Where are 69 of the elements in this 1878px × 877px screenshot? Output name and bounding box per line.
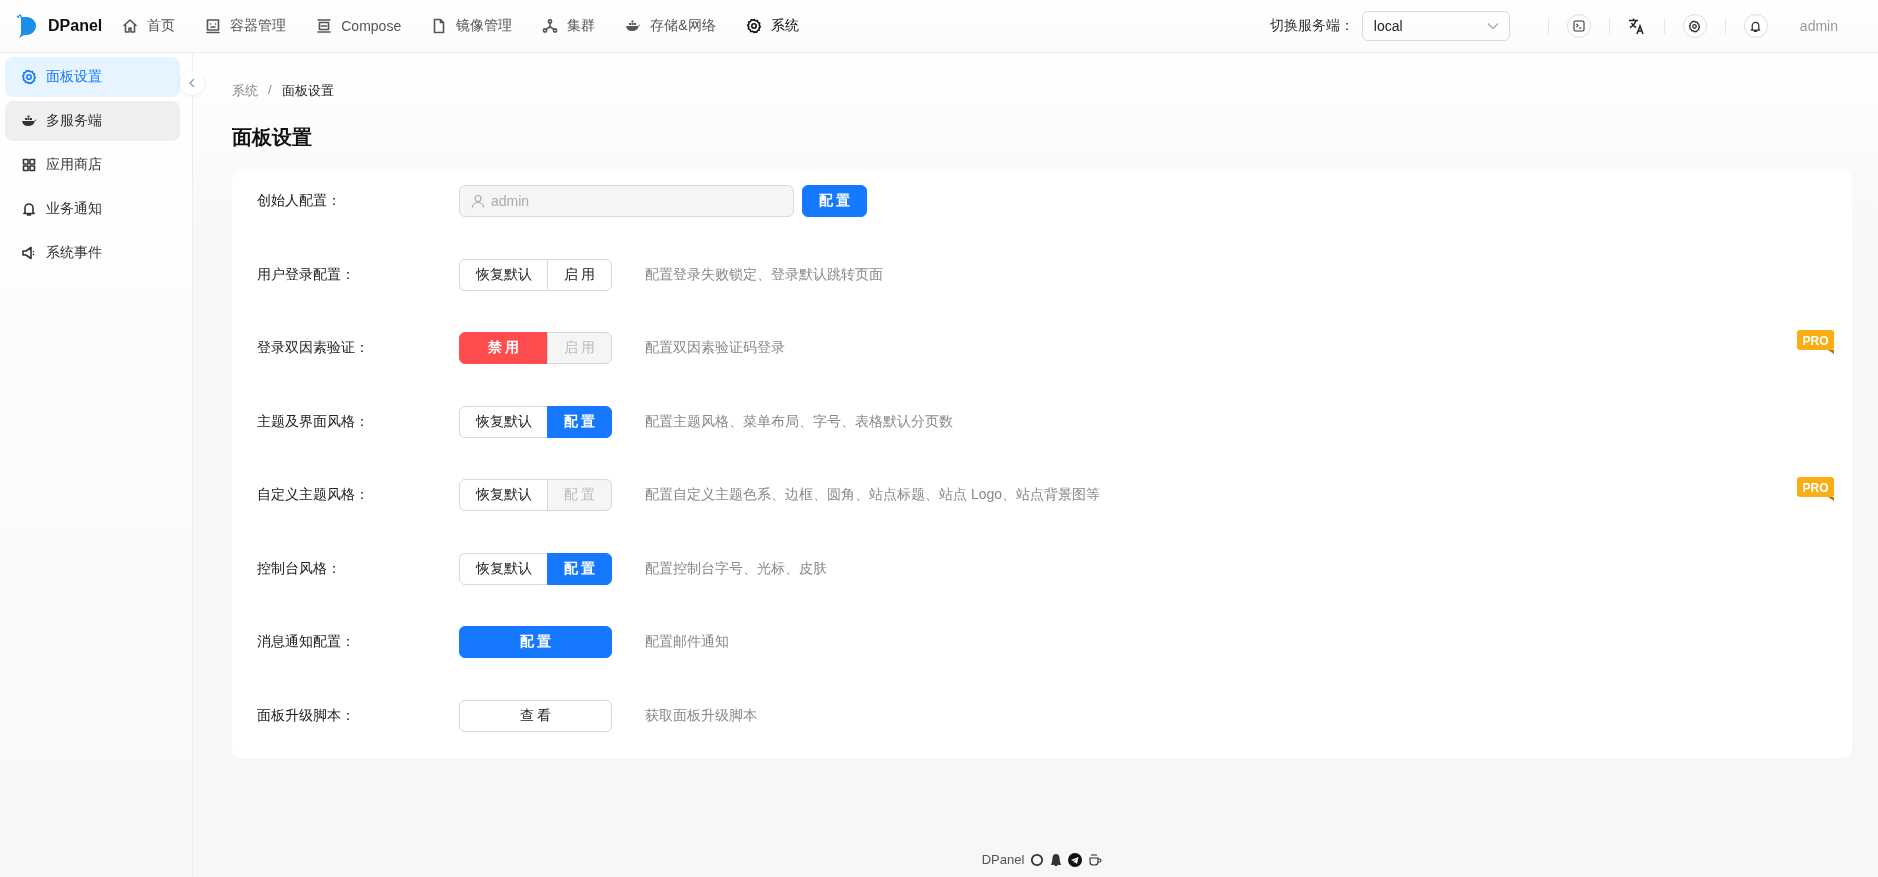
translate-icon[interactable] — [1627, 17, 1646, 35]
nav-link[interactable]: 容器管理 — [205, 17, 287, 35]
cup-icon[interactable] — [1088, 852, 1103, 867]
action-button[interactable]: 查 看 — [459, 699, 612, 732]
settings-icon — [745, 18, 762, 34]
sidebar-item[interactable]: 系统事件 — [5, 233, 180, 273]
setting-label: 主题及界面风格： — [257, 412, 370, 431]
server-select[interactable]: local — [1361, 11, 1510, 41]
grid-icon — [21, 157, 37, 173]
nav-link[interactable]: 存储&网络 — [625, 17, 716, 35]
setting-label: 消息通知配置： — [257, 633, 356, 651]
setting-label: 面板升级脚本： — [257, 706, 356, 725]
action-button[interactable]: 配 置 — [547, 552, 612, 585]
nodes-icon — [542, 18, 559, 34]
setting-description: 配置邮件通知 — [645, 633, 729, 651]
settings-icon — [1688, 19, 1702, 33]
nav-link[interactable]: Compose — [316, 18, 402, 34]
monitor-icon — [205, 18, 222, 34]
setting-description: 配置登录失败锁定、登录默认跳转页面 — [645, 265, 883, 284]
reset-button[interactable]: 恢复默认 — [459, 552, 548, 585]
reset-button[interactable]: 恢复默认 — [459, 258, 548, 291]
sidebar-item[interactable]: 业务通知 — [5, 189, 180, 229]
nav-link[interactable]: 集群 — [542, 17, 596, 35]
action-button[interactable]: 配 置 — [547, 405, 612, 438]
chevron-left-icon — [188, 78, 196, 88]
terminal-button[interactable] — [1566, 14, 1591, 38]
bell-icon — [1749, 19, 1763, 33]
penguin-icon[interactable] — [1050, 852, 1063, 867]
sidebar-item[interactable]: 多服务端 — [5, 101, 180, 141]
nav-link[interactable]: 镜像管理 — [431, 17, 513, 35]
setting-label: 创始人配置： — [257, 192, 342, 210]
breadcrumb-current: 面板设置 — [281, 82, 334, 100]
chevron-down-icon — [1486, 22, 1499, 30]
setting-label: 控制台风格： — [257, 559, 342, 578]
settings-button[interactable] — [1682, 14, 1707, 38]
reset-button[interactable]: 恢复默认 — [459, 405, 548, 438]
reset-button[interactable]: 恢复默认 — [459, 479, 548, 511]
speaker-icon — [21, 245, 37, 261]
sidebar-item[interactable]: 面板设置 — [5, 57, 180, 97]
action-button[interactable]: 配 置 — [459, 626, 612, 658]
action-button[interactable]: 启 用 — [547, 258, 612, 291]
footer-brand: DPanel — [981, 852, 1025, 867]
bell-icon — [21, 201, 37, 217]
setting-description: 配置双因素验证码登录 — [645, 339, 785, 357]
user-icon — [471, 194, 485, 208]
breadcrumb-link[interactable]: 系统 — [232, 82, 258, 100]
logo-icon — [16, 13, 38, 39]
setting-description: 配置主题风格、菜单布局、字号、表格默认分页数 — [645, 412, 953, 431]
whale-icon — [625, 18, 642, 34]
setting-description: 配置控制台字号、光标、皮肤 — [645, 559, 827, 578]
breadcrumb-separator: / — [268, 82, 272, 99]
terminal-icon — [1572, 20, 1585, 32]
setting-description: 获取面板升级脚本 — [645, 706, 757, 725]
setting-label: 用户登录配置： — [257, 265, 356, 284]
notifications-button[interactable] — [1743, 14, 1768, 38]
brand-name: DPanel — [48, 17, 103, 35]
page-title: 面板设置 — [232, 125, 313, 150]
nav-link[interactable]: 首页 — [122, 17, 176, 35]
setting-label: 自定义主题风格： — [257, 486, 370, 504]
sidebar-item[interactable]: 应用商店 — [5, 145, 180, 185]
nav-link[interactable]: 系统 — [745, 17, 799, 35]
settings-icon — [21, 69, 37, 85]
paper-plane-icon[interactable] — [1068, 852, 1083, 867]
whale-icon — [21, 113, 37, 129]
setting-description: 配置自定义主题色系、边框、圆角、站点标题、站点 Logo、站点背景图等 — [645, 486, 1101, 504]
server-switch-label: 切换服务端： — [1269, 17, 1354, 35]
frame-icon — [316, 18, 333, 34]
home-icon — [122, 18, 139, 34]
setting-label: 登录双因素验证： — [257, 339, 370, 357]
